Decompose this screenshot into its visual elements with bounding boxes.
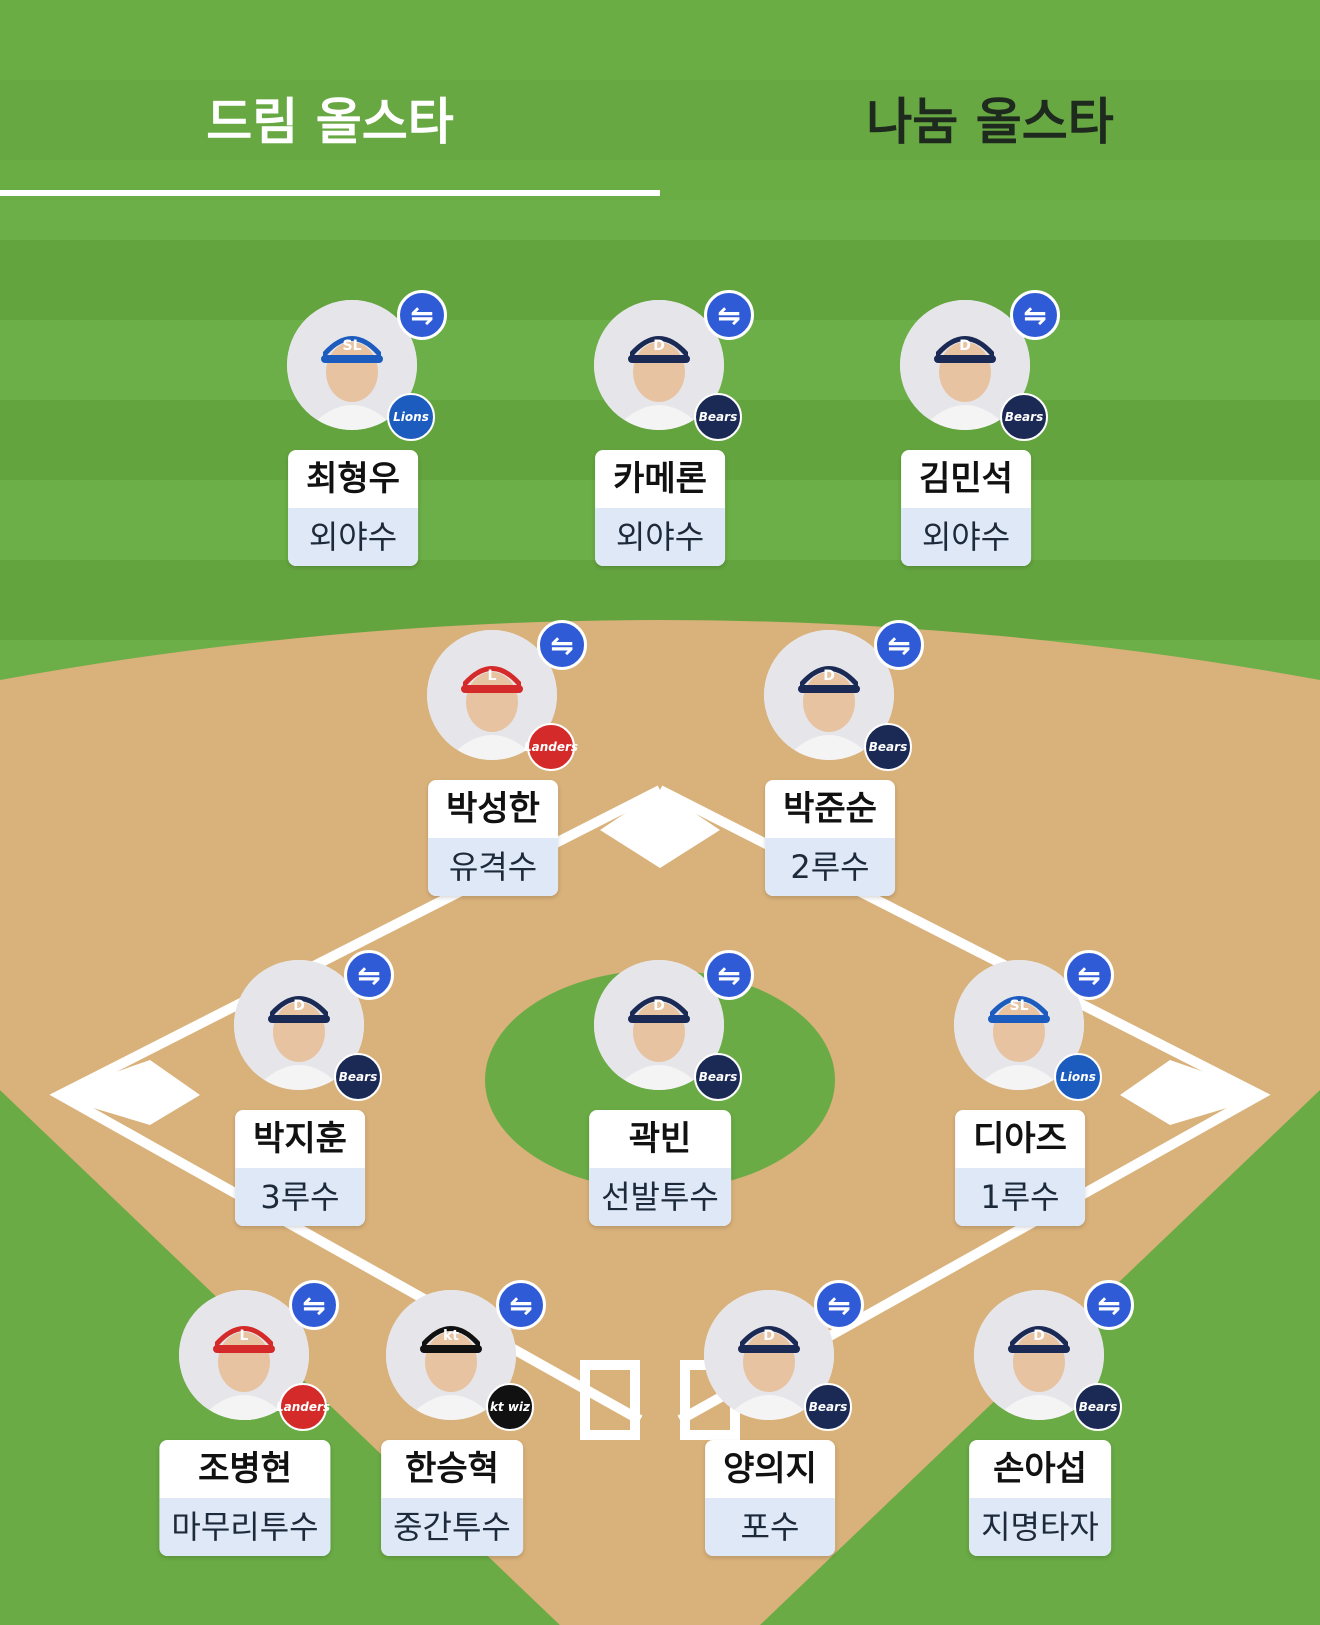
swap-player-icon[interactable]: ⇋ bbox=[537, 620, 587, 670]
player-name: 김민석 bbox=[919, 459, 1013, 499]
svg-text:D: D bbox=[293, 998, 305, 1014]
player-position: 2루수 bbox=[765, 838, 895, 896]
swap-player-icon[interactable]: ⇋ bbox=[704, 290, 754, 340]
player-card[interactable]: SL ⇋ Lions 디아즈 1루수 bbox=[920, 950, 1120, 1226]
player-name: 최형우 bbox=[306, 459, 400, 499]
player-info: 박준순 2루수 bbox=[765, 780, 895, 896]
team-logo-icon: kt wiz bbox=[486, 1383, 534, 1431]
player-position: 선발투수 bbox=[589, 1168, 731, 1226]
player-info: 조병현 마무리투수 bbox=[159, 1440, 331, 1556]
player-card[interactable]: D ⇋ Bears 양의지 포수 bbox=[670, 1280, 870, 1556]
player-position: 마무리투수 bbox=[159, 1498, 331, 1556]
svg-text:SL: SL bbox=[342, 338, 361, 354]
player-card[interactable]: D ⇋ Bears 곽빈 선발투수 bbox=[560, 950, 760, 1226]
player-name: 곽빈 bbox=[628, 1119, 692, 1159]
team-logo-icon: Lions bbox=[1054, 1053, 1102, 1101]
player-position: 3루수 bbox=[235, 1168, 365, 1226]
team-logo-icon: Landers bbox=[276, 1383, 330, 1431]
player-name: 양의지 bbox=[723, 1449, 817, 1489]
player-info: 박지훈 3루수 bbox=[235, 1110, 365, 1226]
tab-nanum-allstar[interactable]: 나눔 올스타 bbox=[660, 82, 1320, 192]
player-card[interactable]: D ⇋ Bears 김민석 외야수 bbox=[866, 290, 1066, 566]
player-card[interactable]: D ⇋ Bears 박준순 2루수 bbox=[730, 620, 930, 896]
svg-text:D: D bbox=[653, 338, 665, 354]
swap-player-icon[interactable]: ⇋ bbox=[874, 620, 924, 670]
tab-dream-label: 드림 올스타 bbox=[206, 93, 454, 151]
player-name: 디아즈 bbox=[973, 1119, 1067, 1159]
swap-player-icon[interactable]: ⇋ bbox=[344, 950, 394, 1000]
team-logo-icon: Landers bbox=[524, 723, 578, 771]
swap-player-icon[interactable]: ⇋ bbox=[397, 290, 447, 340]
lineup-stage: 드림 올스타 나눔 올스타 SL ⇋ Lions 최형우 외야수 D ⇋ Bea… bbox=[0, 0, 1320, 1625]
player-info: 손아섭 지명타자 bbox=[969, 1440, 1111, 1556]
svg-text:L: L bbox=[488, 668, 497, 684]
team-logo-icon: Bears bbox=[334, 1053, 382, 1101]
svg-text:D: D bbox=[959, 338, 971, 354]
player-name: 박지훈 bbox=[253, 1119, 347, 1159]
team-logo-icon: Bears bbox=[694, 1053, 742, 1101]
active-tab-indicator bbox=[0, 190, 660, 196]
swap-player-icon[interactable]: ⇋ bbox=[1010, 290, 1060, 340]
player-name: 조병현 bbox=[198, 1449, 292, 1489]
player-position: 중간투수 bbox=[381, 1498, 523, 1556]
tab-dream-allstar[interactable]: 드림 올스타 bbox=[0, 82, 660, 192]
player-position: 외야수 bbox=[288, 508, 418, 566]
player-name: 박성한 bbox=[446, 789, 540, 829]
svg-text:D: D bbox=[763, 1328, 775, 1344]
team-logo-icon: Bears bbox=[804, 1383, 852, 1431]
swap-player-icon[interactable]: ⇋ bbox=[496, 1280, 546, 1330]
player-info: 곽빈 선발투수 bbox=[589, 1110, 731, 1226]
team-logo-icon: Bears bbox=[1074, 1383, 1122, 1431]
svg-text:D: D bbox=[1033, 1328, 1045, 1344]
player-info: 박성한 유격수 bbox=[428, 780, 558, 896]
team-logo-icon: Bears bbox=[694, 393, 742, 441]
swap-player-icon[interactable]: ⇋ bbox=[704, 950, 754, 1000]
player-name: 한승혁 bbox=[405, 1449, 499, 1489]
swap-player-icon[interactable]: ⇋ bbox=[814, 1280, 864, 1330]
swap-player-icon[interactable]: ⇋ bbox=[1084, 1280, 1134, 1330]
player-card[interactable]: kt ⇋ kt wiz 한승혁 중간투수 bbox=[352, 1280, 552, 1556]
player-name: 박준순 bbox=[783, 789, 877, 829]
player-card[interactable]: SL ⇋ Lions 최형우 외야수 bbox=[253, 290, 453, 566]
player-info: 양의지 포수 bbox=[705, 1440, 835, 1556]
swap-player-icon[interactable]: ⇋ bbox=[289, 1280, 339, 1330]
swap-player-icon[interactable]: ⇋ bbox=[1064, 950, 1114, 1000]
player-info: 카메론 외야수 bbox=[595, 450, 725, 566]
player-name: 카메론 bbox=[613, 459, 707, 499]
svg-text:kt: kt bbox=[443, 1328, 459, 1344]
player-info: 디아즈 1루수 bbox=[955, 1110, 1085, 1226]
svg-text:SL: SL bbox=[1009, 998, 1028, 1014]
player-info: 최형우 외야수 bbox=[288, 450, 418, 566]
team-logo-icon: Lions bbox=[387, 393, 435, 441]
svg-text:D: D bbox=[653, 998, 665, 1014]
player-position: 유격수 bbox=[428, 838, 558, 896]
player-info: 김민석 외야수 bbox=[901, 450, 1031, 566]
player-name: 손아섭 bbox=[993, 1449, 1087, 1489]
player-position: 외야수 bbox=[901, 508, 1031, 566]
player-card[interactable]: D ⇋ Bears 카메론 외야수 bbox=[560, 290, 760, 566]
player-card[interactable]: D ⇋ Bears 박지훈 3루수 bbox=[200, 950, 400, 1226]
player-card[interactable]: L ⇋ Landers 조병현 마무리투수 bbox=[145, 1280, 345, 1556]
team-logo-icon: Bears bbox=[1000, 393, 1048, 441]
player-position: 외야수 bbox=[595, 508, 725, 566]
player-position: 1루수 bbox=[955, 1168, 1085, 1226]
player-card[interactable]: L ⇋ Landers 박성한 유격수 bbox=[393, 620, 593, 896]
team-logo-icon: Bears bbox=[864, 723, 912, 771]
player-card[interactable]: D ⇋ Bears 손아섭 지명타자 bbox=[940, 1280, 1140, 1556]
player-info: 한승혁 중간투수 bbox=[381, 1440, 523, 1556]
svg-text:D: D bbox=[823, 668, 835, 684]
player-position: 포수 bbox=[705, 1498, 835, 1556]
tab-nanum-label: 나눔 올스타 bbox=[866, 93, 1114, 151]
player-position: 지명타자 bbox=[969, 1498, 1111, 1556]
svg-text:L: L bbox=[240, 1328, 249, 1344]
